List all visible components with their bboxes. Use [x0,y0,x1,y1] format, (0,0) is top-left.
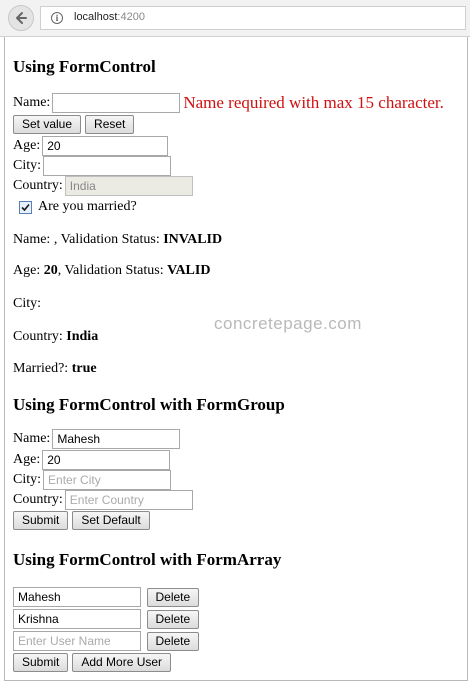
city-label: City: [13,158,42,173]
name-error-message: Name required with max 15 character. [183,93,444,112]
fg-age-input[interactable]: 20 [42,450,171,470]
country-label: Country: [13,178,63,193]
married-row: Are you married? [19,197,137,217]
age-label: Age: [13,138,41,153]
fg-country-row: Country: Enter Country [13,490,193,510]
user-row: Enter User Name Delete [13,631,203,651]
info-icon[interactable]: i [51,12,63,24]
address-bar[interactable]: i localhost:4200 [40,6,466,30]
city-input[interactable] [43,156,172,176]
add-more-user-button[interactable]: Add More User [72,653,172,673]
fg-name-input[interactable]: Mahesh [52,429,181,449]
checkbox-checked-icon [21,203,30,211]
fg-country-input[interactable]: Enter Country [64,490,193,510]
section-heading-formcontrol: Using FormControl [13,57,156,76]
age-input[interactable]: 20 [42,136,169,156]
browser-toolbar: i localhost:4200 [0,0,470,37]
status-name-line: Name: , Validation Status: INVALID [13,232,223,247]
country-input-disabled: India [64,176,193,196]
status-name-value: INVALID [163,232,223,247]
watermark-text: concretepage.com [214,314,362,333]
city-row: City: [13,156,172,176]
section-heading-formarray: Using FormControl with FormArray [13,550,282,569]
url-text: localhost:4200 [74,11,145,23]
fg-city-input[interactable]: Enter City [43,470,172,490]
fg-submit-button[interactable]: Submit [13,511,69,531]
user-row: Krishna Delete [13,609,203,629]
user-row: Mahesh Delete [13,587,203,607]
name-row: Name: Name required with max 15 character… [13,93,444,113]
status-married-line: Married?: true [13,361,97,376]
status-age-line: Age: 20, Validation Status: VALID [13,263,211,278]
age-row: Age: 20 [13,136,169,156]
fg-name-label: Name: [13,431,51,446]
fg-country-label: Country: [13,492,63,507]
back-button[interactable] [8,5,34,31]
delete-user-button[interactable]: Delete [146,631,200,651]
fg-age-row: Age: 20 [13,450,171,470]
fa-button-row: Submit Add More User [13,653,175,673]
delete-user-button[interactable]: Delete [146,587,200,607]
fg-city-label: City: [13,472,42,487]
user-input[interactable]: Mahesh [13,587,141,607]
page-viewport: Using FormControl Name: Name required wit… [4,37,468,681]
user-input[interactable]: Krishna [13,609,141,629]
fa-submit-button[interactable]: Submit [13,653,69,673]
status-city-line: City: [13,296,42,311]
reset-button[interactable]: Reset [85,115,135,135]
section-heading-formgroup: Using FormControl with FormGroup [13,395,285,414]
married-checkbox[interactable] [19,200,32,214]
back-arrow-icon [16,12,27,24]
married-label: Are you married? [38,199,137,214]
fg-age-label: Age: [13,452,41,467]
button-row-1: Set value Reset [13,115,138,135]
fg-name-row: Name: Mahesh [13,429,181,449]
status-country-line: Country: India [13,329,99,344]
fg-city-row: City: Enter City [13,470,172,490]
user-input[interactable]: Enter User Name [13,631,141,651]
name-input[interactable] [52,93,181,113]
delete-user-button[interactable]: Delete [146,609,200,629]
fg-button-row: Submit Set Default [13,511,154,531]
set-value-button[interactable]: Set value [13,115,82,135]
set-default-button[interactable]: Set Default [72,511,150,531]
country-row: Country: India [13,176,193,196]
name-label: Name: [13,95,51,110]
